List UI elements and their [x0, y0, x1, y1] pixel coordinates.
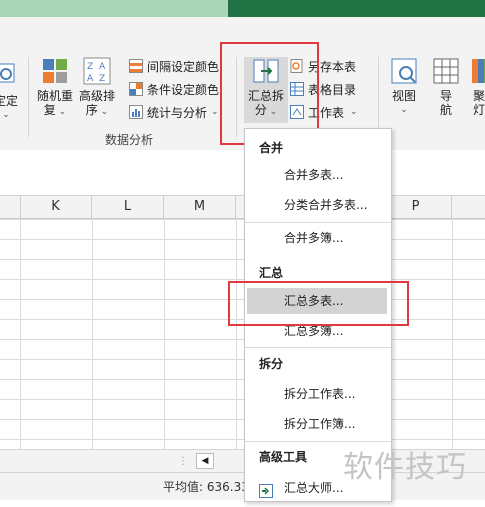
- advanced-sort-button[interactable]: Z A A Z 高级排 序 ⌄: [77, 57, 117, 119]
- chevron-down-icon: ⌄: [55, 107, 67, 117]
- menu-item-label: 拆分工作簿...: [284, 417, 356, 431]
- view-icon: [390, 57, 418, 85]
- separator: [378, 57, 379, 137]
- chevron-down-icon: ⌄: [400, 105, 408, 115]
- section-advanced: 高级工具: [259, 450, 308, 464]
- chevron-down-icon: ⌄: [211, 107, 219, 117]
- stats-analysis-button[interactable]: 统计与分析 ⌄: [129, 103, 219, 121]
- menu-item-label: 分类合并多表...: [284, 198, 368, 212]
- category-merge-multi-tables-item[interactable]: 分类合并多表...: [245, 192, 391, 218]
- column-header: K L M P: [0, 196, 485, 219]
- split-worksheet-table-item[interactable]: 拆分工作表...: [245, 381, 391, 407]
- nav-button[interactable]: 导 航: [429, 57, 463, 117]
- interval-color-button[interactable]: 间隔设定颜色: [129, 57, 219, 75]
- left-cut-label: 定定: [0, 94, 19, 108]
- active-tab-strip: [0, 0, 228, 17]
- column-header-k[interactable]: K: [20, 196, 92, 218]
- chevron-down-icon: ⌄: [97, 107, 109, 117]
- section-split: 拆分: [259, 357, 284, 371]
- conditional-color-icon: [129, 82, 143, 96]
- interval-color-label: 间隔设定颜色: [147, 59, 220, 74]
- title-bar: [0, 0, 485, 17]
- random-repeat-label: 随机重: [36, 89, 73, 103]
- section-merge: 合并: [259, 141, 284, 155]
- nav-grid-icon: [432, 57, 460, 85]
- menu-item-label: 合并多簿...: [284, 231, 344, 245]
- spotlight-icon: [470, 57, 485, 85]
- menu-item-label: 汇总大师...: [284, 481, 344, 495]
- column-header-m[interactable]: M: [164, 196, 236, 218]
- svg-text:A: A: [99, 62, 106, 72]
- random-repeat-icon: [41, 57, 69, 85]
- spotlight-button[interactable]: 聚 灯: [469, 57, 485, 117]
- column-header-l[interactable]: L: [92, 196, 164, 218]
- view-label: 视图: [391, 89, 416, 103]
- sort-az-icon: Z A A Z: [83, 57, 111, 85]
- separator: [28, 57, 29, 137]
- menu-divider: [245, 347, 391, 348]
- view-button[interactable]: 视图 ⌄: [387, 57, 421, 117]
- nav-label: 导: [439, 89, 452, 103]
- column-header-cut[interactable]: [0, 196, 21, 218]
- svg-text:Z: Z: [99, 74, 105, 84]
- advanced-sort-label: 高级排: [78, 89, 115, 103]
- group-label-data-analysis: 数据分析: [105, 133, 154, 147]
- more-dots-icon: ⋮: [178, 456, 188, 467]
- cell-grid[interactable]: [0, 219, 485, 449]
- menu-item-label: 拆分工作表...: [284, 387, 356, 401]
- average-value: 平均值: 636.33: [163, 480, 249, 494]
- advanced-sort-label-2: 序: [85, 103, 98, 117]
- watermark-text: 软件技巧: [343, 450, 467, 485]
- merge-multi-tables-item[interactable]: 合并多表...: [245, 162, 391, 188]
- highlight-box-summarize-multi-tables: [228, 281, 409, 326]
- scroll-left-button[interactable]: ◀: [196, 453, 214, 469]
- menu-divider: [245, 222, 391, 223]
- menu-item-label: 合并多表...: [284, 168, 344, 182]
- summary-master-icon: [259, 481, 273, 498]
- stats-analysis-label: 统计与分析: [147, 105, 208, 120]
- magnifier-icon: [0, 62, 22, 90]
- svg-text:Z: Z: [87, 62, 93, 72]
- grid-color-icon: [129, 59, 143, 73]
- random-repeat-button[interactable]: 随机重 复 ⌄: [35, 57, 75, 119]
- random-repeat-label-2: 复: [43, 103, 56, 117]
- svg-text:A: A: [87, 74, 94, 84]
- spotlight-label: 聚: [473, 89, 485, 103]
- spotlight-label-2: 灯: [473, 103, 485, 117]
- conditional-color-button[interactable]: 条件设定颜色: [129, 80, 219, 98]
- merge-multi-books-item[interactable]: 合并多簿...: [245, 225, 391, 251]
- stats-icon: [129, 105, 143, 119]
- formula-bar-area: [0, 150, 485, 196]
- conditional-color-label: 条件设定颜色: [147, 82, 220, 97]
- nav-label-2: 航: [439, 103, 452, 117]
- chevron-down-icon: ⌄: [2, 110, 10, 120]
- lock-button-cut[interactable]: 定定 ⌄: [0, 62, 18, 122]
- chevron-down-icon: ⌄: [350, 107, 358, 117]
- split-worksheet-book-item[interactable]: 拆分工作簿...: [245, 411, 391, 437]
- section-summarize: 汇总: [259, 266, 284, 280]
